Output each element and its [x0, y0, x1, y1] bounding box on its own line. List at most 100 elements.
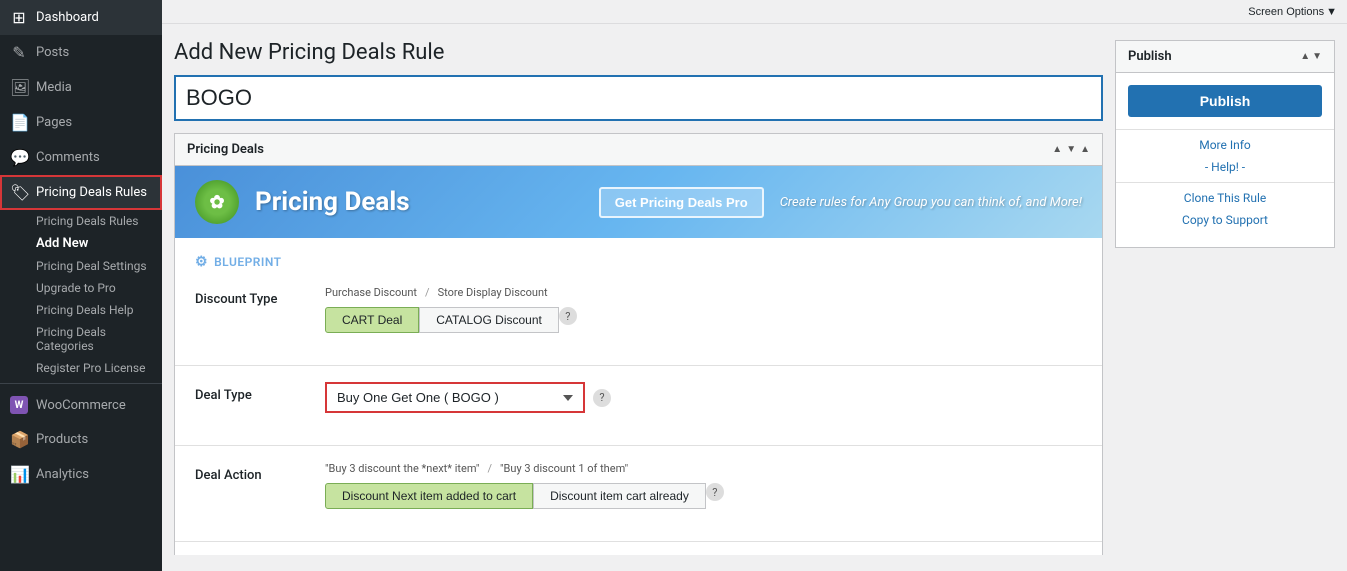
deal-type-section: Deal Type Buy One Get One ( BOGO ) Bulk … [175, 366, 1102, 446]
chevron-down-icon: ▼ [1326, 6, 1337, 18]
sidebar-item-woocommerce[interactable]: W WooCommerce [0, 388, 162, 422]
sidebar-sub-add-new[interactable]: Add New [0, 232, 162, 255]
blueprint-header: ⚙ BLUEPRINT [195, 254, 1082, 270]
collapse-down-icon[interactable]: ▼ [1066, 144, 1076, 155]
deal-action-toggle-group: Discount Next item added to cart Discoun… [325, 483, 1082, 509]
dashboard-icon: ⊞ [10, 8, 28, 27]
purchase-discount-label: Purchase Discount [325, 286, 417, 299]
pricing-deals-header-label: Pricing Deals [187, 142, 264, 157]
banner-title: Pricing Deals [255, 187, 410, 217]
collapse-toggle-icon[interactable]: ▲ [1080, 144, 1090, 155]
collapse-up-icon[interactable]: ▲ [1052, 144, 1062, 155]
discount-type-toggle-group: CART Deal CATALOG Discount ? [325, 307, 1082, 333]
analytics-icon: 📊 [10, 465, 28, 484]
sidebar-item-pricing-deals[interactable]: 🏷 Pricing Deals Rules [0, 175, 162, 210]
screen-options-button[interactable]: Screen Options ▼ [1248, 6, 1337, 18]
sidebar-item-dashboard[interactable]: ⊞ Dashboard [0, 0, 162, 35]
content-area: Add New Pricing Deals Rule Pricing Deals… [162, 24, 1347, 571]
pricing-deals-header-controls: ▲ ▼ ▲ [1052, 144, 1090, 155]
sidebar-item-label: Analytics [36, 467, 89, 482]
deal-action-section: Deal Action "Buy 3 discount the *next* i… [175, 446, 1102, 542]
sidebar-item-comments[interactable]: 💬 Comments [0, 140, 162, 175]
deal-schedule-section: Deal Schedule Begin Date End Date Rule I… [175, 542, 1102, 555]
sidebar-item-label: Comments [36, 150, 100, 165]
publish-divider-2 [1116, 182, 1334, 183]
sidebar-item-label: Dashboard [36, 10, 99, 25]
deal-action-label: Deal Action [195, 462, 305, 483]
deal-type-row: Deal Type Buy One Get One ( BOGO ) Bulk … [195, 382, 1082, 413]
clone-this-rule-link[interactable]: Clone This Rule [1116, 187, 1334, 209]
sidebar-sub-register-pro-license[interactable]: Register Pro License [0, 357, 162, 379]
posts-icon: ✎ [10, 43, 28, 62]
catalog-discount-button[interactable]: CATALOG Discount [419, 307, 559, 333]
publish-box: Publish ▲ ▼ Publish More Info - Help! - … [1115, 40, 1335, 248]
title-input-wrapper [174, 75, 1103, 121]
publish-collapse-down-icon[interactable]: ▼ [1312, 51, 1322, 62]
sidebar-item-label: WooCommerce [36, 398, 126, 413]
gear-icon: ⚙ [195, 254, 208, 270]
publish-footer [1116, 231, 1334, 247]
deal-type-controls: Buy One Get One ( BOGO ) Bulk Discount P… [325, 382, 1082, 413]
deal-action-sublabel-right: "Buy 3 discount 1 of them" [500, 462, 628, 475]
rule-title-input[interactable] [174, 75, 1103, 121]
publish-collapse-up-icon[interactable]: ▲ [1300, 51, 1310, 62]
sidebar-item-label: Products [36, 432, 88, 447]
pricing-deals-header: Pricing Deals ▲ ▼ ▲ [175, 134, 1102, 166]
sidebar-sub-pricing-deals-rules[interactable]: Pricing Deals Rules [0, 210, 162, 232]
sidebar-item-media[interactable]: 🖼 Media [0, 70, 162, 105]
page-title: Add New Pricing Deals Rule [174, 40, 1103, 65]
sidebar-item-label: Posts [36, 45, 69, 60]
help-link[interactable]: - Help! - [1116, 156, 1334, 178]
discount-next-item-button[interactable]: Discount Next item added to cart [325, 483, 533, 509]
deal-type-help-icon: ? [593, 389, 611, 407]
publish-divider [1116, 129, 1334, 130]
main-area: Screen Options ▼ Add New Pricing Deals R… [162, 0, 1347, 571]
more-info-link[interactable]: More Info [1116, 134, 1334, 156]
cart-deal-button[interactable]: CART Deal [325, 307, 419, 333]
store-display-discount-label: Store Display Discount [438, 286, 548, 299]
separator: / [425, 286, 430, 299]
sidebar-sub-pricing-deals-help[interactable]: Pricing Deals Help [0, 299, 162, 321]
separator: / [487, 462, 492, 475]
sidebar-sub-pricing-deals-categories[interactable]: Pricing Deals Categories [0, 321, 162, 357]
sidebar-sub-pricing-deal-settings[interactable]: Pricing Deal Settings [0, 255, 162, 277]
deal-action-row: Deal Action "Buy 3 discount the *next* i… [195, 462, 1082, 509]
copy-to-support-link[interactable]: Copy to Support [1116, 209, 1334, 231]
deal-select-wrap: Buy One Get One ( BOGO ) Bulk Discount P… [325, 382, 1082, 413]
sidebar-sub-upgrade-to-pro[interactable]: Upgrade to Pro [0, 277, 162, 299]
sidebar-item-label: Pricing Deals Rules [36, 185, 147, 200]
discount-type-label: Discount Type [195, 286, 305, 307]
deal-action-sublabels: "Buy 3 discount the *next* item" / "Buy … [325, 462, 1082, 475]
deal-action-controls: "Buy 3 discount the *next* item" / "Buy … [325, 462, 1082, 509]
banner-logo-text: ✿ [209, 192, 224, 213]
pages-icon: 📄 [10, 113, 28, 132]
pricing-deals-box: Pricing Deals ▲ ▼ ▲ ✿ Pricing Deals Get … [174, 133, 1103, 555]
sidebar-item-analytics[interactable]: 📊 Analytics [0, 457, 162, 492]
sidebar: ⊞ Dashboard ✎ Posts 🖼 Media 📄 Pages 💬 Co… [0, 0, 162, 571]
discount-type-row: Discount Type Purchase Discount / Store … [195, 286, 1082, 333]
pricing-deals-icon: 🏷 [10, 183, 28, 202]
discount-item-cart-already-button[interactable]: Discount item cart already [533, 483, 706, 509]
comments-icon: 💬 [10, 148, 28, 167]
publish-button[interactable]: Publish [1128, 85, 1322, 117]
deal-type-label: Deal Type [195, 382, 305, 403]
banner-tagline: Create rules for Any Group you can think… [780, 195, 1082, 210]
sidebar-item-label: Media [36, 80, 72, 95]
sidebar-item-pages[interactable]: 📄 Pages [0, 105, 162, 140]
sidebar-item-posts[interactable]: ✎ Posts [0, 35, 162, 70]
blue-banner: ✿ Pricing Deals Get Pricing Deals Pro Cr… [175, 166, 1102, 238]
discount-type-controls: Purchase Discount / Store Display Discou… [325, 286, 1082, 333]
banner-logo: ✿ [195, 180, 239, 224]
blueprint-section: ⚙ BLUEPRINT Discount Type Purchase Disco… [175, 238, 1102, 366]
side-panel: Publish ▲ ▼ Publish More Info - Help! - … [1115, 40, 1335, 555]
publish-header-label: Publish [1128, 49, 1172, 64]
deal-type-select[interactable]: Buy One Get One ( BOGO ) Bulk Discount P… [325, 382, 585, 413]
discount-type-sublabels: Purchase Discount / Store Display Discou… [325, 286, 1082, 299]
deal-action-sublabel-left: "Buy 3 discount the *next* item" [325, 462, 479, 475]
main-content-area: Add New Pricing Deals Rule Pricing Deals… [174, 40, 1103, 555]
discount-type-help-icon: ? [559, 307, 577, 325]
sidebar-item-products[interactable]: 📦 Products [0, 422, 162, 457]
sidebar-divider [0, 383, 162, 384]
get-pricing-deals-pro-button[interactable]: Get Pricing Deals Pro [599, 187, 764, 218]
publish-header-controls: ▲ ▼ [1300, 51, 1322, 62]
